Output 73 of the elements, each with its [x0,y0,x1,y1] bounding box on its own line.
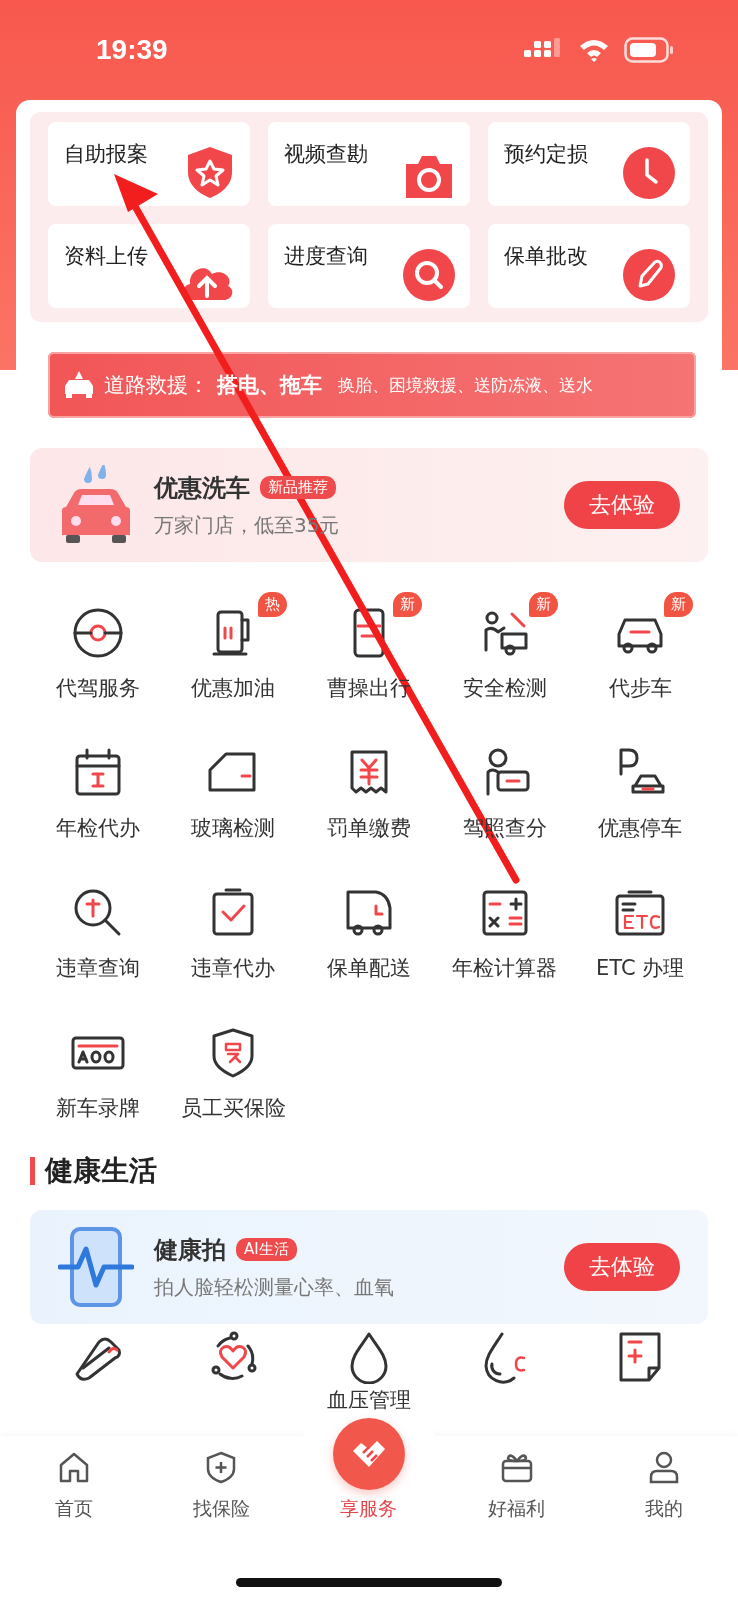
tab[interactable]: 找保险 [147,1436,296,1600]
rescue-highlight: 搭电、拖车 [217,372,322,399]
tab[interactable]: 首页 [0,1436,148,1600]
quick-action-label: 自助报案 [64,141,148,168]
service-item[interactable]: 年检计算器 [436,872,573,982]
quick-action-tile[interactable]: 保单批改 [488,224,690,308]
service-item[interactable]: 新 安全检测 [436,592,573,702]
phone-pulse-icon [58,1227,134,1307]
tab[interactable]: 我的 [590,1436,738,1600]
service-label: 优惠加油 [191,675,276,702]
quick-action-tile[interactable]: 自助报案 [48,122,250,206]
service-item[interactable]: 保单配送 [301,872,437,982]
service-tag: 新 [528,592,558,617]
section-title: 健康生活 [45,1153,157,1189]
service-item[interactable]: 热 优惠加油 [165,592,302,702]
service-item[interactable]: 新车录牌 [30,1012,166,1122]
service-label: 违章查询 [55,955,140,982]
battery-icon [624,37,674,63]
service-label: 安全检测 [462,675,547,702]
try-button[interactable]: 去体验 [564,1243,680,1291]
service-item[interactable]: 玻璃检测 [165,732,302,842]
service-label: 年检代办 [55,815,140,842]
service-label: 保单配送 [327,955,411,982]
service-label: 新车录牌 [55,1095,140,1122]
service-label: 罚单缴费 [327,815,411,842]
service-item[interactable]: 违章查询 [30,872,166,982]
quick-action-label: 进度查询 [284,243,368,270]
service-item[interactable]: 员工买保险 [165,1012,302,1122]
quick-action-tile[interactable]: 预约定损 [488,122,690,206]
service-label: 代驾服务 [55,675,140,702]
service-label: 违章代办 [191,955,276,982]
quick-action-label: 资料上传 [64,243,148,270]
service-label: ETC 办理 [596,955,685,982]
quick-action-tile[interactable]: 资料上传 [48,224,250,308]
rescue-title: 道路救援： [104,372,209,399]
promo-title: 优惠洗车 [154,472,250,504]
promo-subtitle: 拍人脸轻松测量心率、血氧 [154,1273,395,1301]
service-item[interactable]: ETC 办理 [572,872,708,982]
status-time: 19:39 [96,34,168,66]
service-label: 代步车 [608,675,672,702]
clock-icon [622,146,676,200]
service-label: 血压管理 [327,1387,411,1414]
promo-tag: 新品推荐 [260,476,336,499]
service-item[interactable]: 罚单缴费 [301,732,437,842]
quick-action-tile[interactable]: 进度查询 [268,224,470,308]
service-tag: 新 [393,592,423,617]
service-item[interactable]: 违章代办 [165,872,302,982]
service-item[interactable]: 优惠停车 [572,732,708,842]
tab[interactable]: 享服务 [295,1490,443,1600]
service-tag: 热 [257,592,287,617]
service-label: 优惠停车 [598,815,683,842]
service-item[interactable]: 新 代步车 [572,592,708,702]
wifi-icon [578,38,610,62]
service-tag: 新 [664,592,694,617]
tow-car-icon [62,370,96,400]
health-card[interactable]: 健康拍 AI生活 拍人脸轻松测量心率、血氧 去体验 [30,1210,708,1324]
promo-title: 健康拍 [154,1234,226,1266]
quick-action-label: 视频查勘 [284,141,368,168]
search-icon [402,248,456,302]
quick-action-label: 保单批改 [504,243,588,270]
service-item[interactable]: 年检代办 [30,732,166,842]
pencil-icon [622,248,676,302]
try-button[interactable]: 去体验 [564,481,680,529]
service-label: 员工买保险 [180,1095,286,1122]
tab[interactable]: 好福利 [442,1436,591,1600]
rescue-services: 换胎、困境救援、送防冻液、送水 [338,373,593,397]
quick-action-label: 预约定损 [504,141,588,168]
promo-tag: AI生活 [236,1238,297,1261]
service-label: 玻璃检测 [191,815,276,842]
service-label: 年检计算器 [452,955,558,982]
service-item[interactable]: 代驾服务 [30,592,166,702]
section-marker [30,1157,35,1185]
quick-action-tile[interactable]: 视频查勘 [268,122,470,206]
